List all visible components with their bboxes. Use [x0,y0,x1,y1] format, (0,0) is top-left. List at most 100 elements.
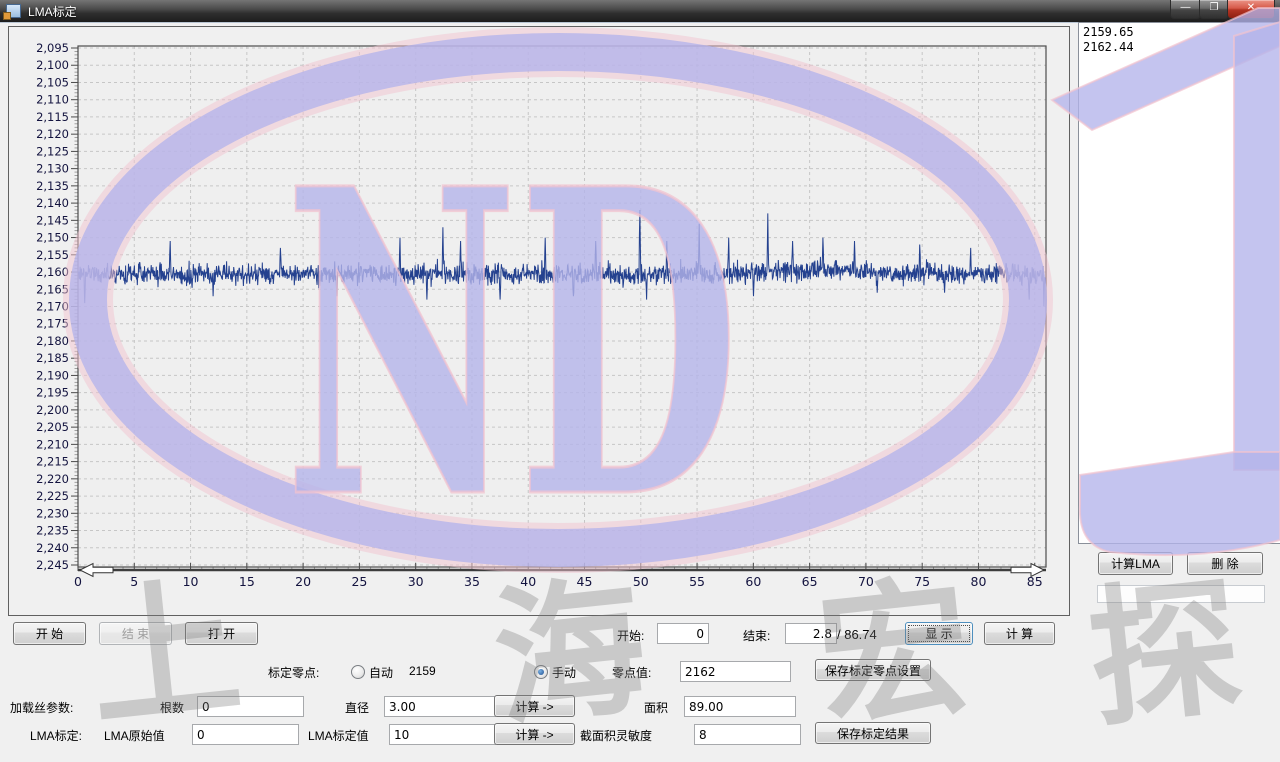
svg-text:2,175: 2,175 [36,317,69,331]
calc-lma-row-button[interactable]: 计算 -> [494,723,575,745]
save-calib-result-button[interactable]: 保存标定结果 [815,722,931,744]
svg-text:2,170: 2,170 [36,300,69,314]
svg-text:15: 15 [239,574,255,589]
wire-params-label: 加载丝参数: [10,699,73,716]
stop-button: 结 束 [99,622,172,645]
svg-text:65: 65 [802,574,818,589]
svg-text:2,105: 2,105 [36,75,69,89]
svg-text:2,185: 2,185 [36,351,69,365]
svg-text:30: 30 [408,574,424,589]
wire-count-input[interactable] [197,696,304,717]
svg-text:2,215: 2,215 [36,455,69,469]
svg-text:40: 40 [520,574,536,589]
svg-text:2,160: 2,160 [36,265,69,279]
manual-radio-label[interactable]: 手动 [552,664,576,681]
result-output-field[interactable] [1097,585,1265,603]
window-title: LMA标定 [28,3,77,20]
manual-radio[interactable] [534,665,548,679]
auto-radio-label[interactable]: 自动 [369,664,393,681]
svg-text:2,210: 2,210 [36,437,69,451]
list-item[interactable]: 2159.65 [1083,25,1280,40]
svg-text:2,140: 2,140 [36,196,69,210]
close-icon: ✕ [1247,2,1255,13]
lma-calib-input[interactable] [389,724,496,745]
svg-text:10: 10 [183,574,199,589]
svg-text:2,130: 2,130 [36,162,69,176]
start-pos-input[interactable] [657,623,709,644]
svg-text:2,120: 2,120 [36,127,69,141]
lma-calib-label: LMA标定: [30,727,82,744]
end-pos-input[interactable] [785,623,837,644]
diameter-input[interactable] [384,696,496,717]
title-bar: LMA标定 — ❐ ✕ [0,0,1280,23]
svg-text:80: 80 [971,574,987,589]
maximize-icon: ❐ [1210,2,1219,13]
svg-text:2,220: 2,220 [36,472,69,486]
auto-zero-value: 2159 [409,664,436,678]
close-button[interactable]: ✕ [1227,0,1275,19]
signal-chart[interactable]: 2,095 2,100 2,105 2,110 2,115 2,120 2,125 2,130… [9,27,1067,613]
svg-text:25: 25 [351,574,367,589]
svg-text:2,110: 2,110 [36,93,69,107]
svg-text:2,205: 2,205 [36,420,69,434]
delete-button[interactable]: 删 除 [1187,552,1263,575]
svg-text:2,240: 2,240 [36,541,69,555]
svg-text:2,230: 2,230 [36,506,69,520]
svg-text:45: 45 [577,574,593,589]
svg-text:2,135: 2,135 [36,179,69,193]
auto-radio[interactable] [351,665,365,679]
minimize-button[interactable]: — [1170,0,1201,19]
area-input[interactable] [684,696,796,717]
calc-button[interactable]: 计 算 [984,622,1055,645]
svg-text:50: 50 [633,574,649,589]
start-button[interactable]: 开 始 [13,622,86,645]
zero-value-input[interactable] [680,661,791,682]
svg-text:2,235: 2,235 [36,524,69,538]
svg-text:70: 70 [858,574,874,589]
open-button[interactable]: 打 开 [185,622,258,645]
svg-text:55: 55 [689,574,705,589]
save-zero-settings-button[interactable]: 保存标定零点设置 [815,659,931,681]
svg-text:2,125: 2,125 [36,144,69,158]
svg-text:2,115: 2,115 [36,110,69,124]
svg-text:5: 5 [130,574,138,589]
svg-text:2,100: 2,100 [36,58,69,72]
svg-text:2,180: 2,180 [36,334,69,348]
calc-lma-button[interactable]: 计算LMA [1098,552,1173,575]
svg-text:2,150: 2,150 [36,231,69,245]
sensitivity-input[interactable] [694,724,801,745]
svg-text:0: 0 [74,574,82,589]
diameter-label: 直径 [345,699,369,716]
svg-text:2,165: 2,165 [36,282,69,296]
area-label: 面积 [644,699,668,716]
sensitivity-label: 截面积灵敏度 [580,727,652,744]
list-item[interactable]: 2162.44 [1083,40,1280,55]
lma-calib-value-label: LMA标定值 [308,727,369,744]
zero-point-label: 标定零点: [268,664,319,681]
show-button[interactable]: 显 示 [905,622,973,645]
svg-text:2,145: 2,145 [36,213,69,227]
svg-text:2,200: 2,200 [36,403,69,417]
wire-count-label: 根数 [160,699,184,716]
svg-text:20: 20 [295,574,311,589]
svg-text:2,190: 2,190 [36,368,69,382]
svg-text:75: 75 [914,574,930,589]
lma-orig-label: LMA原始值 [104,727,165,744]
measurement-list[interactable]: 2159.652162.44 [1078,22,1280,544]
svg-text:2,195: 2,195 [36,386,69,400]
zero-value-label: 零点值: [612,664,651,681]
svg-text:85: 85 [1027,574,1043,589]
maximize-button[interactable]: ❐ [1199,0,1229,19]
svg-text:2,155: 2,155 [36,248,69,262]
svg-text:35: 35 [464,574,480,589]
total-length-text: / 86.74 [837,627,877,642]
end-pos-label: 结束: [743,627,770,644]
svg-text:60: 60 [745,574,761,589]
lma-orig-input[interactable] [192,724,299,745]
svg-text:2,095: 2,095 [36,41,69,55]
chart-panel: 2,095 2,100 2,105 2,110 2,115 2,120 2,125 2,130… [8,26,1070,616]
app-icon [6,4,21,18]
calc-area-button[interactable]: 计算 -> [494,695,575,717]
svg-text:2,225: 2,225 [36,489,69,503]
start-pos-label: 开始: [617,627,644,644]
